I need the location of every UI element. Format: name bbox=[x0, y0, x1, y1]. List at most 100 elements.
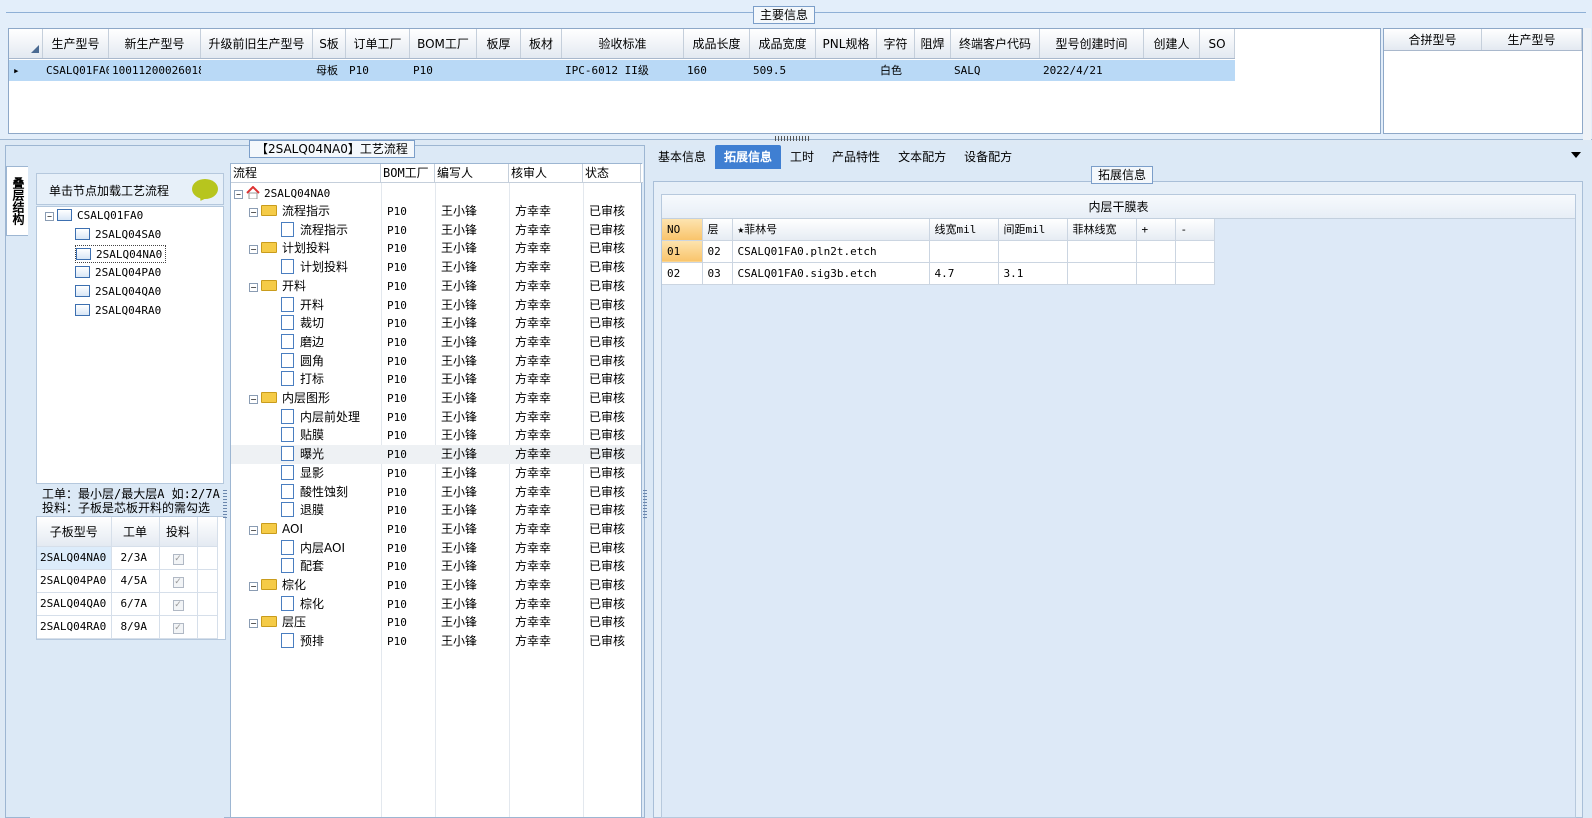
column-header[interactable]: 验收标准 bbox=[562, 29, 684, 58]
grid-cell[interactable]: CSALQ01FA0.sig3b.etch bbox=[732, 262, 930, 285]
column-header[interactable]: 升级前旧生产型号 bbox=[201, 29, 313, 58]
column-header[interactable]: 板厚 bbox=[477, 29, 521, 58]
tree-node[interactable]: 内层AOI P10 王小锋 方幸幸 已审核 bbox=[231, 539, 641, 558]
grid-cell[interactable]: 01 bbox=[662, 240, 703, 263]
grid-cell[interactable] bbox=[1067, 240, 1137, 263]
column-header[interactable]: 型号创建时间 bbox=[1040, 29, 1144, 58]
column-header[interactable]: 成品长度 bbox=[684, 29, 750, 58]
grid-cell[interactable]: 2SALQ04NA0 bbox=[37, 546, 112, 570]
grid-cell[interactable]: 2SALQ04PA0 bbox=[37, 569, 112, 593]
column-header[interactable]: 新生产型号 bbox=[109, 29, 201, 58]
main-grid[interactable]: 生产型号 新生产型号 升级前旧生产型号 S板 订单工厂 BOM工厂 板厚 板材 验收标准 成品长度… bbox=[8, 28, 1381, 134]
tab-3[interactable]: 产品特性 bbox=[823, 145, 889, 169]
collapse-icon[interactable]: − bbox=[45, 212, 54, 221]
column-header[interactable]: NO bbox=[662, 219, 703, 241]
collapse-icon[interactable]: − bbox=[234, 190, 243, 199]
tree-node[interactable]: 流程指示 P10 王小锋 方幸幸 已审核 bbox=[231, 221, 641, 240]
column-header[interactable]: BOM工厂 bbox=[381, 164, 435, 183]
splitter-handle[interactable] bbox=[775, 136, 811, 141]
tree-node[interactable]: 磨边 P10 王小锋 方幸幸 已审核 bbox=[231, 333, 641, 352]
column-header[interactable]: 合拼型号 bbox=[1384, 29, 1482, 50]
grid-cell[interactable]: 03 bbox=[702, 262, 733, 285]
grid-cell[interactable] bbox=[1067, 262, 1137, 285]
grid-cell[interactable]: ✓ bbox=[159, 592, 198, 616]
column-header[interactable]: 成品宽度 bbox=[750, 29, 816, 58]
grid-cell[interactable] bbox=[816, 60, 877, 81]
column-header[interactable]: 字符 bbox=[877, 29, 915, 58]
table-row[interactable]: 02 03 CSALQ01FA0.sig3b.etch 4.7 3.1 bbox=[662, 262, 1215, 285]
grid-cell[interactable] bbox=[929, 240, 999, 263]
comment-icon[interactable] bbox=[192, 179, 218, 199]
merge-grid[interactable]: 合拼型号 生产型号 bbox=[1383, 28, 1583, 134]
grid-cell[interactable]: P10 bbox=[410, 60, 477, 81]
grid-cell[interactable]: P10 bbox=[346, 60, 410, 81]
tree-node[interactable]: − AOI P10 王小锋 方幸幸 已审核 bbox=[231, 520, 641, 539]
table-row[interactable]: 01 02 CSALQ01FA0.pln2t.etch bbox=[662, 240, 1215, 263]
column-header[interactable]: 订单工厂 bbox=[346, 29, 410, 58]
inner-film-grid[interactable]: 内层干膜表 NO 层 ★菲林号 线宽mil 间距mil 菲林线宽 + -01 02 CSALQ01… bbox=[661, 194, 1576, 818]
grid-cell[interactable]: 10011200026018 bbox=[109, 60, 201, 81]
column-header[interactable]: 状态 bbox=[583, 164, 641, 183]
checkbox[interactable]: ✓ bbox=[172, 554, 184, 565]
tree-node[interactable]: 圆角 P10 王小锋 方幸幸 已审核 bbox=[231, 352, 641, 371]
tree-node[interactable]: 2SALQ04QA0 bbox=[75, 283, 161, 301]
grid-cell[interactable] bbox=[915, 60, 951, 81]
grid-cell[interactable]: 02 bbox=[662, 262, 703, 285]
column-header[interactable]: + bbox=[1136, 219, 1176, 241]
grid-cell[interactable] bbox=[1200, 60, 1235, 81]
column-header[interactable]: - bbox=[1175, 219, 1215, 241]
column-header[interactable]: 生产型号 bbox=[43, 29, 109, 58]
column-header[interactable]: 生产型号 bbox=[1482, 29, 1582, 50]
process-tree[interactable]: 流程 BOM工厂 编写人 核审人 状态 −2SALQ04NA0− 流程指示 P10 王小锋 方幸… bbox=[230, 163, 643, 818]
table-row[interactable]: 2SALQ04RA0 8/9A ✓ bbox=[37, 615, 218, 639]
tree-node[interactable]: 2SALQ04RA0 bbox=[75, 302, 161, 320]
grid-cell[interactable]: 160 bbox=[684, 60, 750, 81]
tree-node[interactable]: 内层前处理 P10 王小锋 方幸幸 已审核 bbox=[231, 408, 641, 427]
tree-node[interactable]: 开料 P10 王小锋 方幸幸 已审核 bbox=[231, 296, 641, 315]
tree-node[interactable]: − 层压 P10 王小锋 方幸幸 已审核 bbox=[231, 613, 641, 632]
column-header[interactable]: 板材 bbox=[521, 29, 562, 58]
grid-cell[interactable]: ✓ bbox=[159, 546, 198, 570]
grid-cell[interactable] bbox=[521, 60, 562, 81]
column-header[interactable]: 核审人 bbox=[509, 164, 583, 183]
grid-cell[interactable] bbox=[1175, 240, 1215, 263]
column-header[interactable]: 子板型号 bbox=[37, 517, 112, 547]
tab-0[interactable]: 基本信息 bbox=[649, 145, 715, 169]
grid-cell[interactable]: ✓ bbox=[159, 569, 198, 593]
tree-node[interactable]: 酸性蚀刻 P10 王小锋 方幸幸 已审核 bbox=[231, 483, 641, 502]
tree-node[interactable]: 曝光 P10 王小锋 方幸幸 已审核 bbox=[231, 445, 641, 465]
grid-cell[interactable]: ✓ bbox=[159, 615, 198, 639]
splitter-grip[interactable] bbox=[223, 490, 227, 520]
grid-cell[interactable]: 509.5 bbox=[750, 60, 816, 81]
column-header[interactable]: PNL规格 bbox=[816, 29, 877, 58]
column-header[interactable]: 层 bbox=[702, 219, 733, 241]
tree-node[interactable]: 2SALQ04NA0 bbox=[75, 245, 167, 263]
tree-node[interactable]: − 计划投料 P10 王小锋 方幸幸 已审核 bbox=[231, 239, 641, 258]
tree-root[interactable]: − CSALQ01FA0 bbox=[45, 207, 143, 225]
column-header[interactable]: 流程 bbox=[231, 164, 381, 183]
column-header[interactable]: 阻焊 bbox=[915, 29, 951, 58]
table-row[interactable]: 2SALQ04QA0 6/7A ✓ bbox=[37, 592, 218, 616]
grid-cell[interactable]: 2SALQ04QA0 bbox=[37, 592, 112, 616]
grid-cell[interactable] bbox=[1136, 240, 1176, 263]
tree-node[interactable]: 2SALQ04PA0 bbox=[75, 264, 161, 282]
tree-node[interactable]: 打标 P10 王小锋 方幸幸 已审核 bbox=[231, 370, 641, 389]
column-header[interactable]: 菲林线宽 bbox=[1067, 219, 1137, 241]
collapse-icon[interactable]: − bbox=[249, 582, 258, 591]
grid-cell[interactable]: 母板 bbox=[313, 60, 346, 81]
column-header[interactable]: BOM工厂 bbox=[410, 29, 477, 58]
collapse-icon[interactable]: − bbox=[249, 619, 258, 629]
tab-stackup[interactable]: 叠层结构 bbox=[6, 166, 28, 236]
collapse-icon[interactable]: − bbox=[249, 245, 258, 255]
checkbox[interactable]: ✓ bbox=[172, 623, 184, 634]
grid-cell[interactable] bbox=[201, 60, 313, 81]
tab-1[interactable]: 拓展信息 bbox=[715, 145, 782, 169]
grid-cell[interactable]: 02 bbox=[702, 240, 733, 263]
grid-cell[interactable]: 2/3A bbox=[111, 546, 160, 570]
collapse-icon[interactable]: − bbox=[249, 525, 258, 535]
column-header[interactable]: SO bbox=[1200, 29, 1235, 58]
tree-node[interactable]: − 内层图形 P10 王小锋 方幸幸 已审核 bbox=[231, 389, 641, 408]
grid-cell[interactable]: 2SALQ04RA0 bbox=[37, 615, 112, 639]
tree-node[interactable]: 配套 P10 王小锋 方幸幸 已审核 bbox=[231, 557, 641, 576]
grid-cell[interactable] bbox=[998, 240, 1068, 263]
